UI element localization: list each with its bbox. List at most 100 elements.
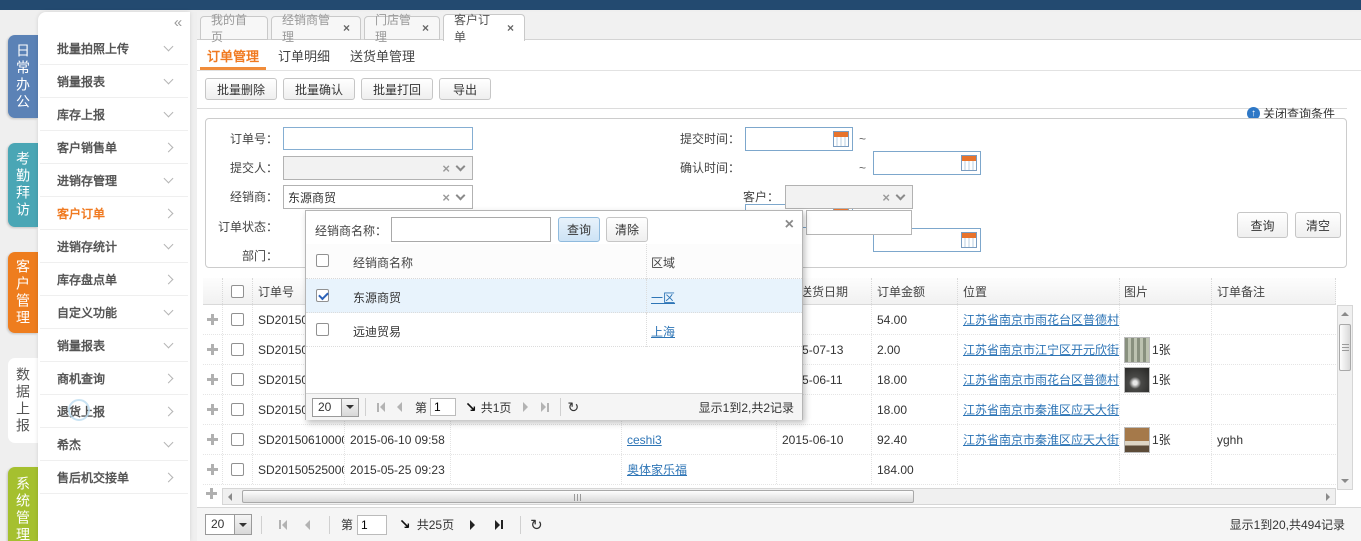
refresh-icon[interactable]: ↻ <box>530 516 543 534</box>
export-button[interactable]: 导出 <box>439 78 491 100</box>
last-page-button[interactable] <box>495 519 504 530</box>
chevron-down-icon[interactable] <box>455 161 466 172</box>
subtab-order-detail[interactable]: 订单明细 <box>278 46 330 66</box>
popup-row-checkbox[interactable] <box>316 289 329 302</box>
dealer-combo[interactable]: 东源商贸 × <box>283 185 473 209</box>
module-tab-data-report[interactable]: 数据上报 <box>8 358 38 443</box>
popup-prev-page-button[interactable] <box>397 402 402 412</box>
sidebar-item-return-report[interactable]: 退货上报 <box>40 395 188 428</box>
status-extra-input[interactable] <box>806 210 912 235</box>
close-icon[interactable]: × <box>422 21 429 35</box>
module-tab-daily-office[interactable]: 日常办公 <box>8 35 38 118</box>
col-header-amount[interactable]: 订单金额 <box>872 278 958 304</box>
calendar-icon[interactable] <box>961 232 977 248</box>
popup-row-dealer[interactable]: 远迪贸易 上海 <box>306 313 802 347</box>
subtab-delivery-note-mgmt[interactable]: 送货单管理 <box>350 46 415 66</box>
sidebar-item-customer-order[interactable]: 客户订单 <box>40 197 188 230</box>
sidebar-item-purchase-sale-stock[interactable]: 进销存管理 <box>40 164 188 197</box>
vscroll-thumb[interactable] <box>1339 324 1351 371</box>
popup-page-number-input[interactable] <box>430 398 457 416</box>
sidebar-item-inventory-report[interactable]: 库存上报 <box>40 98 188 131</box>
submitter-combo[interactable]: × <box>283 156 473 180</box>
row-checkbox[interactable] <box>231 433 244 446</box>
sidebar-item-sales-report[interactable]: 销量报表 <box>40 65 188 98</box>
select-all-checkbox[interactable] <box>231 284 244 298</box>
next-page-button[interactable] <box>470 519 476 530</box>
table-row[interactable]: SD201506100001 2015-06-10 09:58 ceshi3 2… <box>203 425 1336 455</box>
popup-next-page-button[interactable] <box>523 402 529 412</box>
tab-store-mgmt[interactable]: 门店管理 × <box>364 13 440 44</box>
sidebar-item-business-inquiry[interactable]: 商机查询 <box>40 362 188 395</box>
calendar-icon[interactable] <box>833 131 849 147</box>
sidebar-collapse-icon[interactable]: « <box>168 14 188 32</box>
clear-x-icon[interactable]: × <box>442 190 450 205</box>
scroll-right-arrow[interactable] <box>1326 493 1330 501</box>
drag-handle-icon[interactable] <box>207 464 218 475</box>
select-dropdown-button[interactable] <box>342 397 359 417</box>
form-search-button[interactable]: 查询 <box>1237 212 1288 238</box>
popup-col-region[interactable]: 区域 <box>651 254 675 271</box>
batch-delete-button[interactable]: 批量删除 <box>205 78 277 100</box>
chevron-down-icon[interactable] <box>455 190 466 201</box>
popup-row-dealer[interactable]: 东源商贸 一区 <box>306 279 802 313</box>
dealer-name-input[interactable] <box>391 217 551 242</box>
submit-time-from-input[interactable] <box>745 127 853 151</box>
scroll-down-arrow[interactable] <box>1341 479 1349 483</box>
popup-row-checkbox[interactable] <box>316 323 329 336</box>
scroll-left-arrow[interactable] <box>228 493 232 501</box>
tab-my-home[interactable]: 我的首页 <box>200 13 268 44</box>
prev-page-button[interactable] <box>305 519 310 530</box>
region-link[interactable]: 一区 <box>651 289 675 306</box>
row-checkbox[interactable] <box>231 463 244 476</box>
drag-handle-icon[interactable] <box>207 404 218 415</box>
sidebar-item-xijie[interactable]: 希杰 <box>40 428 188 461</box>
tab-dealer-mgmt[interactable]: 经销商管理 × <box>271 13 361 44</box>
popup-last-page-button[interactable] <box>541 402 550 412</box>
popup-page-size-select[interactable]: 20 <box>312 397 359 417</box>
popup-select-all-checkbox[interactable] <box>316 254 329 267</box>
page-number-input[interactable] <box>357 514 388 535</box>
popup-close-icon[interactable]: × <box>785 216 794 234</box>
go-page-icon[interactable]: ↘ <box>465 399 477 416</box>
customer-combo[interactable]: × <box>785 185 913 209</box>
customer-link[interactable]: 奥体家乐福 <box>627 461 687 478</box>
calendar-icon[interactable] <box>961 155 977 171</box>
sidebar-item-sales-report-2[interactable]: 销量报表 <box>40 329 188 362</box>
customer-link[interactable]: ceshi3 <box>627 433 662 447</box>
col-header-remark[interactable]: 订单备注 <box>1212 278 1336 304</box>
location-link[interactable]: 江苏省南京市秦淮区应天大街388 <box>963 401 1119 418</box>
table-row[interactable]: SD201505250003 2015-05-25 09:23 奥体家乐福 18… <box>203 455 1336 485</box>
photo-thumbnail[interactable] <box>1124 336 1150 363</box>
location-link[interactable]: 江苏省南京市雨花台区普德村路 <box>963 371 1119 388</box>
close-icon[interactable]: × <box>507 21 514 35</box>
popup-search-button[interactable]: 查询 <box>558 217 600 242</box>
tab-customer-order[interactable]: 客户订单 × <box>443 13 525 44</box>
col-header-image[interactable]: 图片 <box>1120 278 1212 304</box>
form-clear-button[interactable]: 清空 <box>1295 212 1341 238</box>
close-icon[interactable]: × <box>343 21 350 35</box>
vertical-scrollbar[interactable] <box>1337 305 1353 490</box>
drag-handle-icon[interactable] <box>207 314 218 325</box>
submit-time-to-input[interactable] <box>873 151 981 175</box>
sidebar-item-aftersales-handover[interactable]: 售后机交接单 <box>40 461 188 494</box>
drag-handle-icon[interactable] <box>207 344 218 355</box>
order-no-input[interactable] <box>283 127 473 150</box>
location-link[interactable]: 江苏省南京市江宁区开元欣街 <box>963 341 1119 358</box>
col-header-location[interactable]: 位置 <box>958 278 1120 304</box>
sidebar-item-customer-sales-order[interactable]: 客户销售单 <box>40 131 188 164</box>
hscroll-thumb[interactable] <box>242 490 914 503</box>
horizontal-scrollbar[interactable] <box>222 488 1336 505</box>
location-link[interactable]: 江苏省南京市秦淮区应天大街388 <box>963 431 1119 448</box>
row-checkbox[interactable] <box>231 373 244 386</box>
subtab-order-mgmt[interactable]: 订单管理 <box>207 46 259 66</box>
go-page-icon[interactable]: ↘ <box>399 516 411 533</box>
module-tab-attendance-visit[interactable]: 考勤拜访 <box>8 143 38 227</box>
page-size-select[interactable]: 20 <box>205 514 252 535</box>
photo-thumbnail[interactable] <box>1124 366 1150 393</box>
location-link[interactable]: 江苏省南京市雨花台区普德村路 <box>963 311 1119 328</box>
clear-x-icon[interactable]: × <box>442 161 450 176</box>
batch-confirm-button[interactable]: 批量确认 <box>283 78 355 100</box>
drag-handle-icon[interactable] <box>207 374 218 385</box>
module-tab-system-mgmt[interactable]: 系统管理 <box>8 467 38 541</box>
clear-x-icon[interactable]: × <box>882 190 890 205</box>
